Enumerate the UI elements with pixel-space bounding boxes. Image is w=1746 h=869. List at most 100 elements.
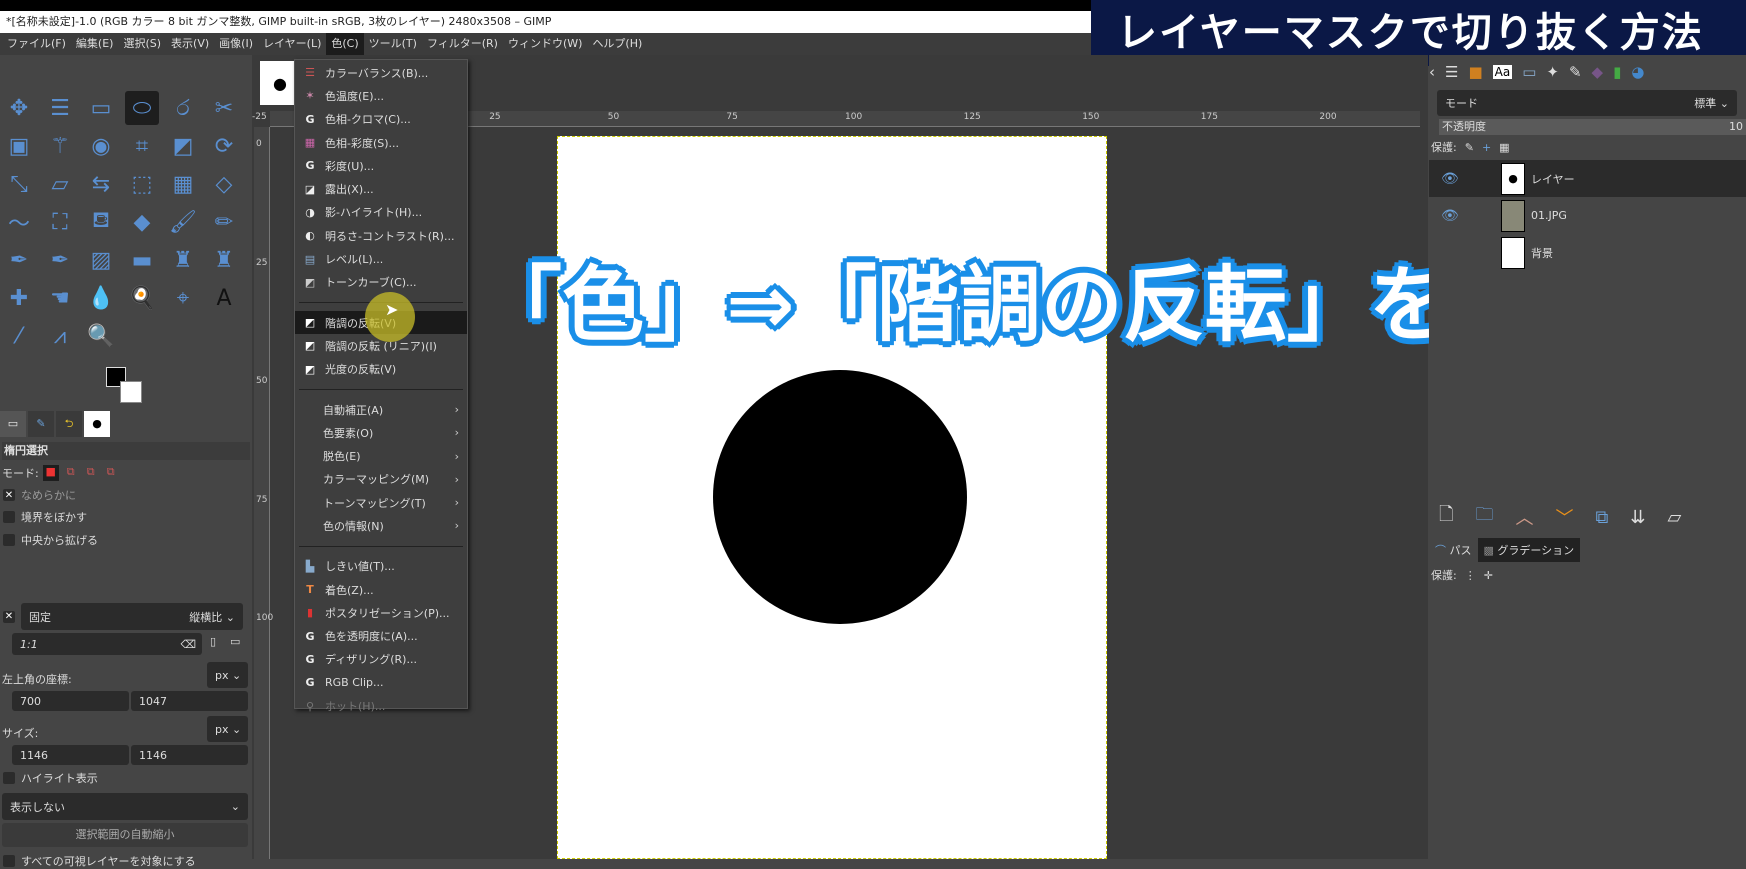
menu-item[interactable]: ▤ レベル(L)... — [295, 247, 467, 270]
size-unit-select[interactable]: px ⌄ — [207, 716, 248, 742]
scale-tool-icon[interactable]: ⤡ — [2, 167, 36, 201]
raise-layer-icon[interactable]: ︿ — [1515, 504, 1533, 530]
images-tab-icon[interactable]: ▭ — [1522, 63, 1536, 81]
menu-item[interactable]: ◩ 光度の反転(V) — [295, 358, 467, 381]
menu-tools[interactable]: ツール(T) — [364, 33, 422, 55]
menu-item[interactable]: ▮ ポスタリゼーション(P)... — [295, 601, 467, 624]
position-unit-select[interactable]: px ⌄ — [207, 662, 248, 688]
bucket-fill-tool-icon[interactable]: ⛾ — [84, 205, 118, 239]
menu-item[interactable]: 脱色(E) › — [295, 444, 467, 467]
blend-tool-icon[interactable]: ◆ — [125, 205, 159, 239]
menu-select[interactable]: 選択(S) — [118, 33, 166, 55]
menu-item[interactable]: G 色相-クロマ(C)... — [295, 108, 467, 131]
mode-add-icon[interactable]: ⧉ — [63, 465, 79, 481]
mode-replace-icon[interactable]: ■ — [42, 465, 59, 481]
text-tool-icon[interactable]: A — [207, 281, 241, 315]
menu-item[interactable]: 色要素(O) › — [295, 421, 467, 444]
clear-icon[interactable]: ⌫ — [180, 638, 196, 651]
warp-tool-icon[interactable]: 〜 — [2, 205, 36, 239]
color-picker-tool-icon[interactable]: ⁄ — [2, 319, 36, 353]
layers-tab-icon[interactable]: ☰ — [1445, 63, 1458, 81]
menu-item[interactable]: ▦ 色相-彩度(S)... — [295, 131, 467, 154]
tool-options-tab-icon[interactable]: ▭ — [0, 411, 26, 437]
new-layer-icon[interactable]: 🗋 — [1439, 502, 1453, 532]
rotate-tool-icon[interactable]: ⟳ — [207, 129, 241, 163]
lock-alpha-icon[interactable]: ▦ — [1499, 141, 1509, 154]
fuzzy-select-tool-icon[interactable]: ⚚ — [43, 129, 77, 163]
tab-gradients[interactable]: ▩ グラデーション — [1477, 538, 1581, 562]
heal-clone-tool-icon[interactable]: ♜ — [207, 243, 241, 277]
paths-tool-icon[interactable]: ⌖ — [166, 281, 200, 315]
menu-item[interactable]: ✶ 色温度(E)... — [295, 84, 467, 107]
menu-item[interactable]: T 着色(Z)... — [295, 578, 467, 601]
size-h-input[interactable]: 1146 — [131, 745, 248, 765]
menu-item[interactable]: ◩ トーンカーブ(C)... — [295, 271, 467, 294]
gradient-tab-icon[interactable]: ▮ — [1613, 63, 1621, 81]
landscape-icon[interactable]: ▭ — [230, 635, 240, 648]
new-layer-group-icon[interactable]: 🗀 — [1475, 502, 1493, 532]
perspective-clone-tool-icon[interactable]: ⛶ — [43, 205, 77, 239]
opacity-slider[interactable]: 不透明度 10 — [1439, 119, 1746, 135]
lock-position-icon[interactable]: + — [1482, 141, 1491, 154]
menu-item[interactable]: ▙ しきい値(T)... — [295, 555, 467, 578]
duplicate-layer-icon[interactable]: ⧉ — [1595, 507, 1608, 528]
free-select-tool-icon[interactable]: ර — [166, 91, 200, 125]
highlight-checkbox[interactable]: ハイライト表示 — [3, 770, 98, 786]
menu-layer[interactable]: レイヤー(L) — [258, 33, 326, 55]
menu-item[interactable]: ◪ 露出(X)... — [295, 177, 467, 200]
mode-subtract-icon[interactable]: ⧉ — [83, 465, 99, 481]
scissors-tool-icon[interactable]: ✂ — [207, 91, 241, 125]
pos-y-input[interactable]: 1047 — [131, 691, 248, 711]
merge-down-icon[interactable]: ⇊ — [1630, 507, 1645, 528]
lock-pixels-icon[interactable]: ✎ — [1465, 141, 1474, 154]
menu-item[interactable]: トーンマッピング(T) › — [295, 491, 467, 514]
layer-row[interactable]: 👁 ● レイヤー — [1429, 160, 1746, 197]
dynamics-tab-icon[interactable]: ◕ — [1631, 63, 1644, 81]
menu-item[interactable]: ☰ カラーバランス(B)... — [295, 61, 467, 84]
menu-item[interactable]: 自動補正(A) › — [295, 398, 467, 421]
blur-tool-icon[interactable]: 💧 — [84, 281, 118, 315]
flip-tool-icon[interactable]: ⇆ — [84, 167, 118, 201]
menu-item[interactable]: G ディザリング(R)... — [295, 648, 467, 671]
menu-item[interactable]: G 色を透明度に(A)... — [295, 625, 467, 648]
device-status-tab-icon[interactable]: ✎ — [28, 411, 54, 437]
mypaint-tool-icon[interactable]: ▨ — [84, 243, 118, 277]
paintbrush-tool-icon[interactable]: 🖌 — [166, 205, 200, 239]
menu-help[interactable]: ヘルプ(H) — [587, 33, 647, 55]
fonts-tab-icon[interactable]: Aa — [1492, 65, 1513, 79]
chevron-left-icon[interactable]: ‹ — [1429, 63, 1435, 81]
airbrush-tool-icon[interactable]: ✒ — [2, 243, 36, 277]
menu-item[interactable]: 色の情報(N) › — [295, 514, 467, 537]
lock-path-icon[interactable]: ⋮ — [1465, 569, 1476, 582]
cage-tool-icon[interactable]: ▦ — [166, 167, 200, 201]
rect-select-tool-icon[interactable]: ▭ — [84, 91, 118, 125]
background-color[interactable] — [120, 381, 142, 403]
smudge-tool-icon[interactable]: ☚ — [43, 281, 77, 315]
antialias-checkbox[interactable]: ✕ なめらかに — [3, 487, 76, 503]
ratio-input[interactable]: 1:1 ⌫ — [12, 633, 202, 655]
lower-layer-icon[interactable]: ﹀ — [1555, 504, 1573, 530]
vertical-ruler[interactable]: 0 25 50 75 100 — [254, 127, 273, 859]
guide-select[interactable]: 表示しない ⌄ — [2, 793, 248, 820]
expand-center-checkbox[interactable]: 中央から拡げる — [3, 532, 98, 548]
brush-sparkle-tab-icon[interactable]: ✦ — [1546, 63, 1559, 81]
shear-tool-icon[interactable]: ▱ — [43, 167, 77, 201]
menu-item[interactable]: ◐ 明るさ-コントラスト(R)... — [295, 224, 467, 247]
clone-tool-icon[interactable]: ♜ — [166, 243, 200, 277]
eye-icon[interactable]: 👁 — [1441, 208, 1459, 224]
crop-tool-icon[interactable]: ⌗ — [125, 129, 159, 163]
zoom-tool-icon[interactable]: 🔍 — [84, 319, 118, 353]
layer-row[interactable]: 背景 — [1429, 234, 1746, 271]
feather-checkbox[interactable]: 境界をぼかす — [3, 509, 87, 525]
menu-windows[interactable]: ウィンドウ(W) — [503, 33, 587, 55]
color-select-tool-icon[interactable]: ◉ — [84, 129, 118, 163]
all-layers-checkbox[interactable]: すべての可視レイヤーを対象にする — [3, 853, 196, 869]
pencil-tool-icon[interactable]: ✏ — [207, 205, 241, 239]
heal-tool-icon[interactable]: ✚ — [2, 281, 36, 315]
eye-icon[interactable]: 👁 — [1441, 171, 1459, 187]
menu-item[interactable]: ⚲ ホット(H)... — [295, 694, 467, 717]
menu-image[interactable]: 画像(I) — [214, 33, 258, 55]
measure-tool-icon[interactable]: ⩘ — [43, 319, 77, 353]
perspective-tool-icon[interactable]: ⬚ — [125, 167, 159, 201]
auto-shrink-button[interactable]: 選択範囲の自動縮小 — [2, 823, 248, 847]
